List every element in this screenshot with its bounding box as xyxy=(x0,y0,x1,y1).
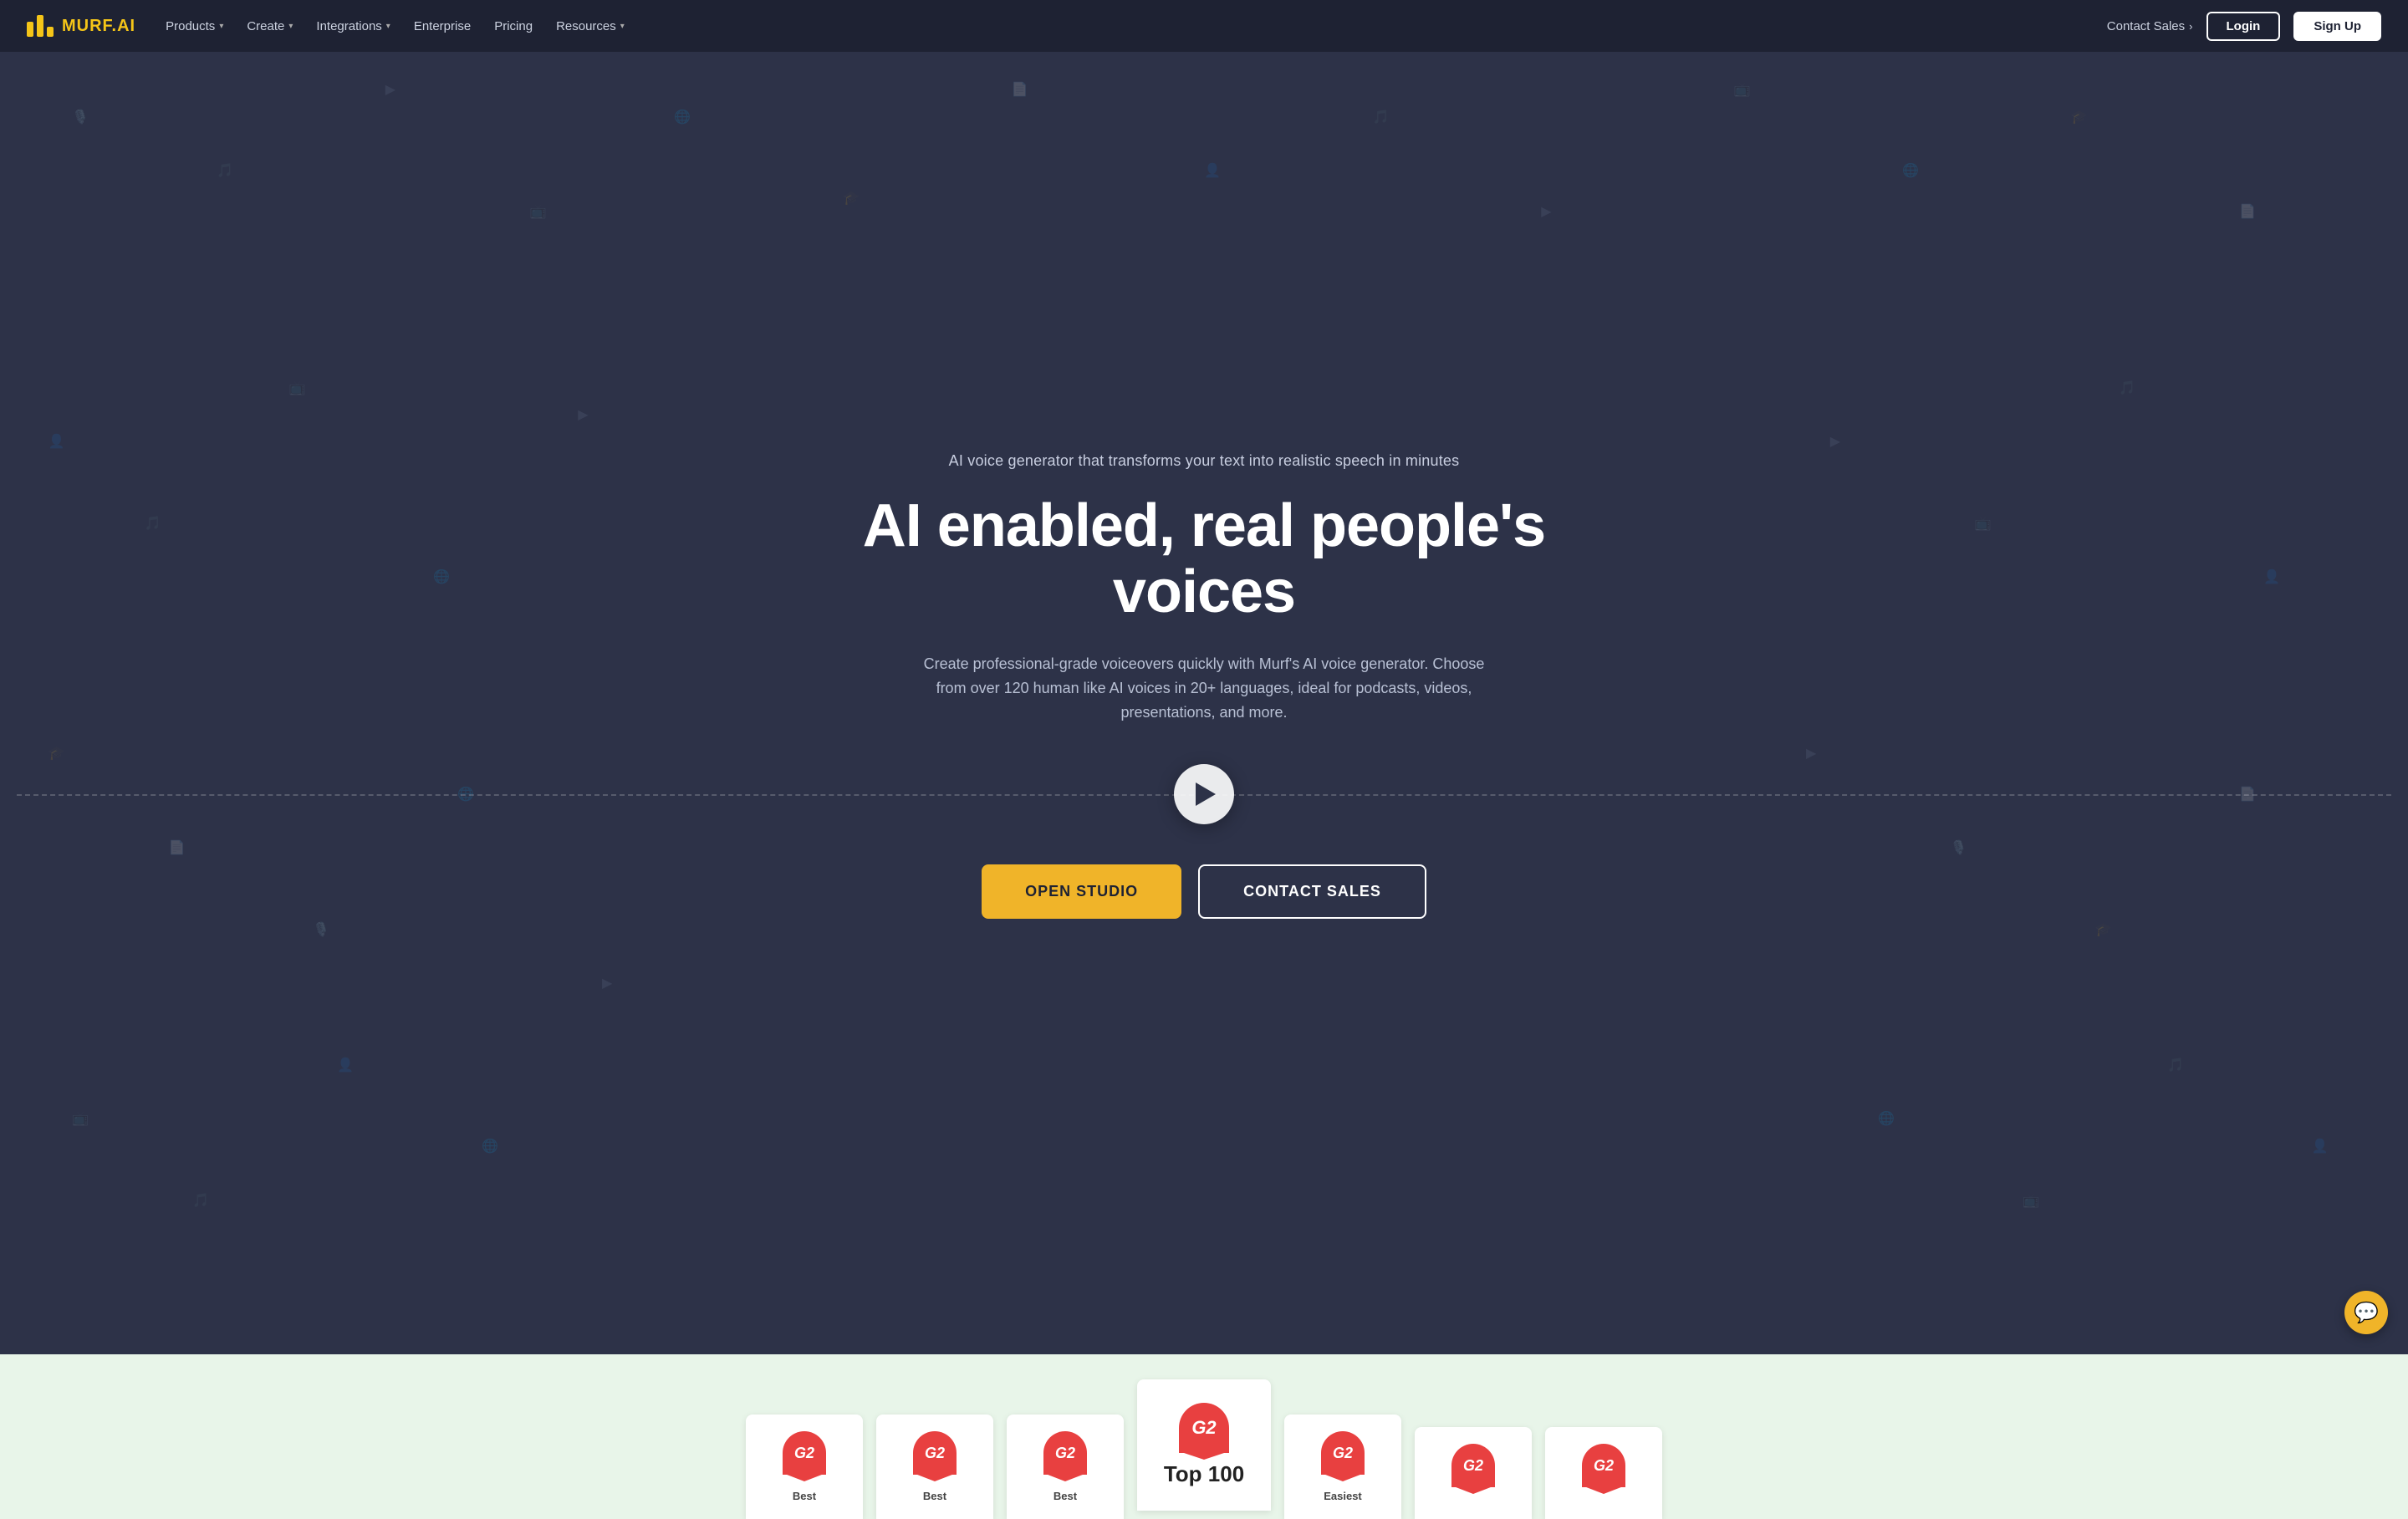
award-card-7: G2 xyxy=(1545,1427,1662,1519)
logo-icon xyxy=(27,15,54,37)
award-badge-featured: G2 xyxy=(1179,1403,1229,1453)
integrations-chevron-icon: ▾ xyxy=(386,22,390,31)
hero-section: 🎙️ 🎵 ▶ 📺 🌐 🎓 📄 👤 🎵 ▶ 📺 🌐 🎓 📄 👤 🎵 📺 🌐 ▶ ▶… xyxy=(0,0,2408,1354)
cta-buttons: OPEN STUDIO CONTACT SALES xyxy=(982,864,1426,919)
hero-description: Create professional-grade voiceovers qui… xyxy=(911,652,1497,724)
award-badge-7: G2 xyxy=(1582,1444,1625,1487)
award-badge-1: G2 xyxy=(783,1431,826,1475)
nav-enterprise[interactable]: Enterprise xyxy=(414,19,471,33)
award-card-featured: G2 Top 100 xyxy=(1137,1379,1271,1511)
nav-create[interactable]: Create ▾ xyxy=(247,19,293,33)
products-chevron-icon: ▾ xyxy=(219,22,223,31)
hero-title: AI enabled, real people's voices xyxy=(828,493,1580,625)
logo[interactable]: MURF.AI xyxy=(27,15,135,37)
contact-sales-nav-link[interactable]: Contact Sales › xyxy=(2107,19,2193,33)
award-badge-2: G2 xyxy=(913,1431,957,1475)
resources-chevron-icon: ▾ xyxy=(620,22,625,31)
contact-sales-button[interactable]: CONTACT SALES xyxy=(1198,864,1426,919)
award-card-6: G2 xyxy=(1415,1427,1532,1519)
award-card-1: G2 Best xyxy=(746,1415,863,1519)
award-label-2: Best xyxy=(923,1490,946,1502)
award-label-5: Easiest xyxy=(1324,1490,1362,1502)
award-badge-6: G2 xyxy=(1451,1444,1495,1487)
logo-text: MURF.AI xyxy=(62,17,135,36)
play-icon xyxy=(1196,782,1216,806)
contact-sales-arrow-icon: › xyxy=(2189,20,2192,33)
chat-widget[interactable]: 💬 xyxy=(2344,1291,2388,1334)
nav-actions: Contact Sales › Login Sign Up xyxy=(2107,12,2381,41)
awards-section: G2 Best G2 Best G2 Best G2 Top 100 G2 Ea… xyxy=(0,1354,2408,1519)
award-card-3: G2 Best xyxy=(1007,1415,1124,1519)
nav-pricing[interactable]: Pricing xyxy=(494,19,533,33)
login-button[interactable]: Login xyxy=(2206,12,2281,41)
nav-resources[interactable]: Resources ▾ xyxy=(556,19,625,33)
nav-integrations[interactable]: Integrations ▾ xyxy=(316,19,390,33)
chat-icon: 💬 xyxy=(2354,1301,2379,1325)
award-label-1: Best xyxy=(793,1490,816,1502)
play-section xyxy=(17,764,2391,824)
award-badge-5: G2 xyxy=(1321,1431,1365,1475)
signup-button[interactable]: Sign Up xyxy=(2293,12,2381,41)
open-studio-button[interactable]: OPEN STUDIO xyxy=(982,864,1181,919)
award-card-2: G2 Best xyxy=(876,1415,993,1519)
hero-content: AI voice generator that transforms your … xyxy=(828,452,1580,765)
award-badge-3: G2 xyxy=(1043,1431,1087,1475)
award-label-3: Best xyxy=(1054,1490,1077,1502)
hero-subtitle: AI voice generator that transforms your … xyxy=(828,452,1580,470)
award-card-5: G2 Easiest xyxy=(1284,1415,1401,1519)
create-chevron-icon: ▾ xyxy=(288,22,293,31)
navbar: MURF.AI Products ▾ Create ▾ Integrations… xyxy=(0,0,2408,52)
nav-products[interactable]: Products ▾ xyxy=(166,19,223,33)
award-top100-text: Top 100 xyxy=(1164,1461,1244,1487)
nav-menu: Products ▾ Create ▾ Integrations ▾ Enter… xyxy=(166,19,625,33)
play-button[interactable] xyxy=(1174,764,1234,824)
